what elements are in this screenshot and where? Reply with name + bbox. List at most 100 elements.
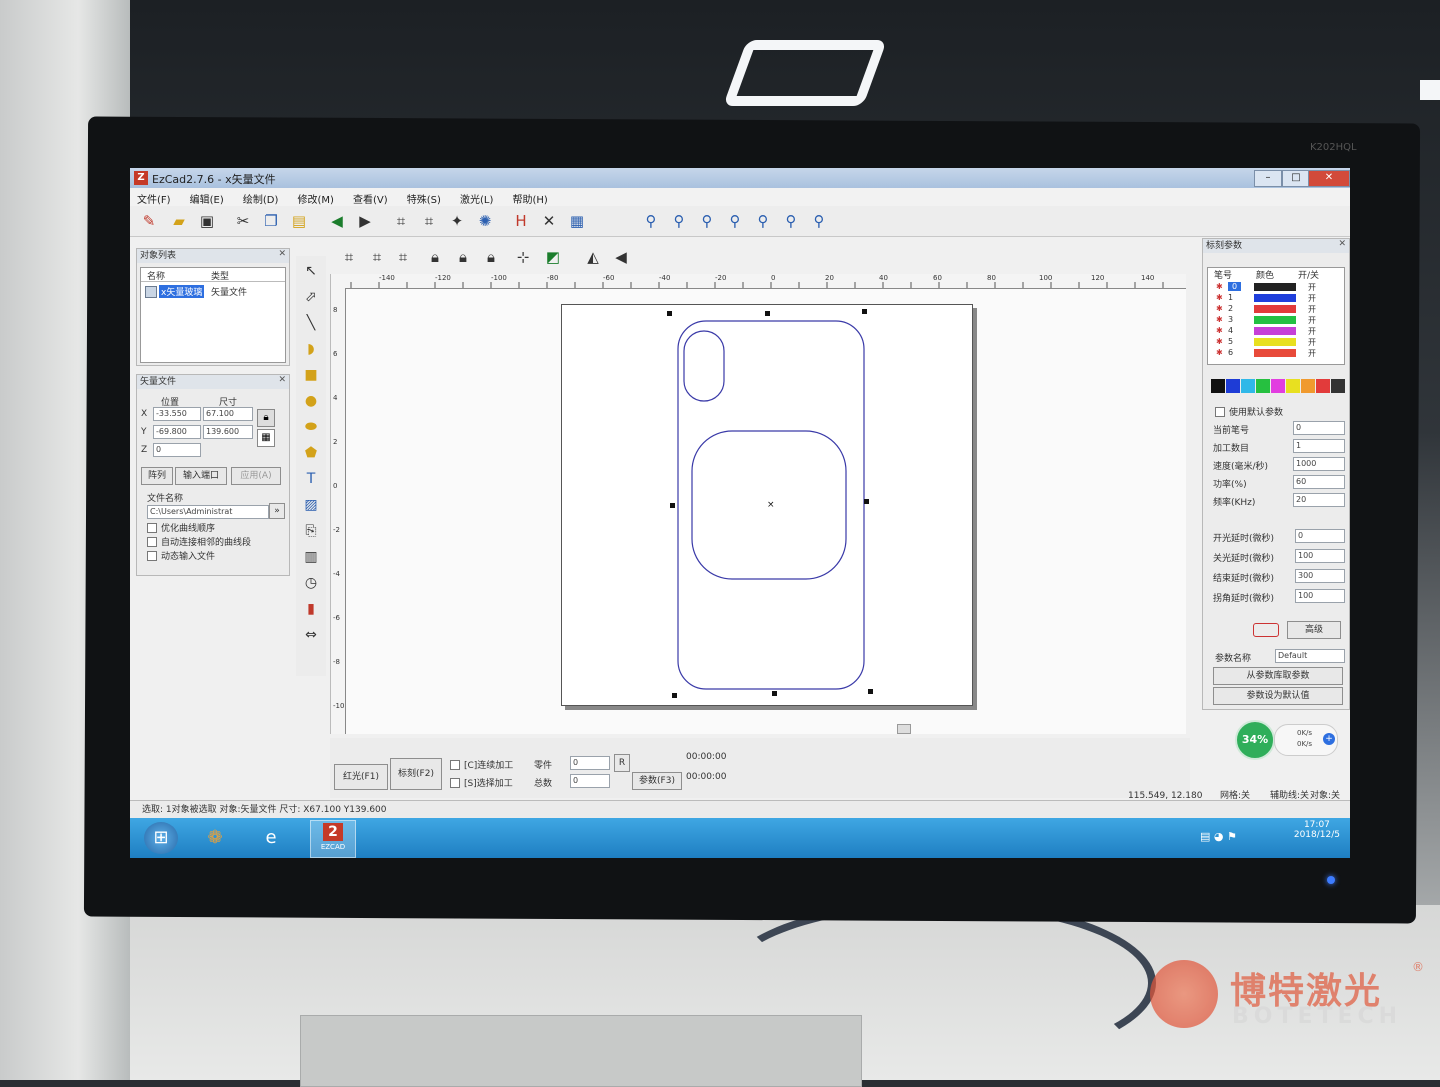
system-clock[interactable]: 17:07 2018/12/5 <box>1294 820 1340 840</box>
new-icon[interactable]: ✎ <box>138 210 160 232</box>
ellipse-icon[interactable]: ⬬ <box>299 416 323 438</box>
zoom-fit-icon[interactable]: ⚲ <box>808 210 830 232</box>
mark-button[interactable]: 标刻(F2) <box>390 758 442 790</box>
lock-object-icon[interactable]: 🔒︎ <box>424 246 446 268</box>
zoom-out-icon[interactable]: ⚲ <box>724 210 746 232</box>
align-icon[interactable]: ⊹ <box>512 246 534 268</box>
palette-swatch[interactable] <box>1316 379 1330 393</box>
guide-status[interactable]: 辅助线:关 <box>1270 787 1309 805</box>
zoom-in-icon[interactable]: ⚲ <box>668 210 690 232</box>
reset-button[interactable]: R <box>614 754 630 772</box>
corner-delay-input[interactable]: 100 <box>1295 589 1345 603</box>
object-row-type[interactable]: 矢量文件 <box>211 285 247 298</box>
phone-outline-drawing[interactable]: × <box>562 305 972 705</box>
vector-import-icon[interactable]: ⎘ <box>299 520 323 542</box>
load-from-library-button[interactable]: 从参数库取参数 <box>1213 667 1343 685</box>
palette-swatch[interactable] <box>1301 379 1315 393</box>
filename-input[interactable]: C:\Users\Administrat <box>147 505 269 519</box>
power-input[interactable]: 60 <box>1293 475 1345 489</box>
work-area[interactable]: × <box>561 304 973 706</box>
cut-icon[interactable]: ✂ <box>232 210 254 232</box>
auto-connect-checkbox[interactable] <box>147 537 157 547</box>
end-delay-input[interactable]: 300 <box>1295 569 1345 583</box>
off-delay-input[interactable]: 100 <box>1295 549 1345 563</box>
mirror-h-icon[interactable]: ◭ <box>582 246 604 268</box>
node-icon[interactable]: ⌗ <box>418 210 440 232</box>
barcode-icon[interactable]: ▥ <box>299 546 323 568</box>
current-pen-input[interactable]: 0 <box>1293 421 1345 435</box>
zoom-all-icon[interactable]: ⚲ <box>752 210 774 232</box>
palette-swatch[interactable] <box>1226 379 1240 393</box>
pen-row-6[interactable]: ✱ 6 开 <box>1216 348 1342 358</box>
zoom-window-icon[interactable]: ⚲ <box>696 210 718 232</box>
app-switcher-icon[interactable]: ❁ <box>198 822 232 854</box>
rotate-icon[interactable]: ✺ <box>474 210 496 232</box>
widget-plus-icon[interactable]: + <box>1323 733 1335 745</box>
motion-icon[interactable]: ⇔ <box>299 624 323 646</box>
paste-icon[interactable]: ▤ <box>288 210 310 232</box>
set-default-button[interactable]: 参数设为默认值 <box>1213 687 1343 705</box>
unlock-object-icon[interactable]: 🔒︎ <box>452 246 474 268</box>
array-button[interactable]: 阵列 <box>141 467 173 485</box>
red-light-button[interactable]: 红光(F1) <box>334 764 388 790</box>
table-icon[interactable]: ▦ <box>566 210 588 232</box>
input-port-button[interactable]: 输入端口 <box>175 467 227 485</box>
select-mark-checkbox[interactable] <box>450 778 460 788</box>
anchor-grid-icon[interactable]: ▦ <box>257 429 275 447</box>
rectangle-icon[interactable]: ■ <box>299 364 323 386</box>
use-default-checkbox[interactable] <box>1215 407 1225 417</box>
text-icon[interactable]: T <box>299 468 323 490</box>
layer-icon[interactable]: ◩ <box>542 246 564 268</box>
pen-row-2[interactable]: ✱ 2 开 <box>1216 304 1342 314</box>
frequency-input[interactable]: 20 <box>1293 493 1345 507</box>
horizontal-scrollbar-thumb[interactable] <box>897 724 911 734</box>
ie-browser-icon[interactable]: e <box>254 822 288 854</box>
lock-icon[interactable]: 🔒︎ <box>257 409 275 427</box>
object-row-name[interactable]: x矢量玻璃 <box>159 285 205 298</box>
speed-input[interactable]: 1000 <box>1293 457 1345 471</box>
copy-icon[interactable]: ❐ <box>260 210 282 232</box>
node-edit-icon[interactable]: ⬀ <box>299 286 323 308</box>
close-button[interactable]: ✕ <box>1308 170 1350 187</box>
property-panel-close-icon[interactable]: ✕ <box>278 375 286 385</box>
circle-icon[interactable]: ● <box>299 390 323 412</box>
speed-widget-percent[interactable]: 34% <box>1235 720 1275 760</box>
palette-swatch[interactable] <box>1331 379 1345 393</box>
pen-row-4[interactable]: ✱ 4 开 <box>1216 326 1342 336</box>
taskbar-ezcad-button[interactable]: 2 EZCAD <box>310 820 356 858</box>
object-snap-status[interactable]: 对象:关 <box>1310 787 1340 805</box>
parts-input[interactable]: 0 <box>570 756 610 770</box>
apply-button[interactable]: 应用(A) <box>231 467 281 485</box>
palette-swatch[interactable] <box>1286 379 1300 393</box>
mirror-v-icon[interactable]: ◀ <box>610 246 632 268</box>
curve-icon[interactable]: ◗ <box>299 338 323 360</box>
tools-icon[interactable]: ✕ <box>538 210 560 232</box>
loop-count-input[interactable]: 1 <box>1293 439 1345 453</box>
params-button[interactable]: 参数(F3) <box>632 772 682 790</box>
zoom-select-icon[interactable]: ⚲ <box>780 210 802 232</box>
grid-status[interactable]: 网格:关 <box>1220 787 1250 805</box>
palette-swatch[interactable] <box>1271 379 1285 393</box>
optimize-checkbox[interactable] <box>147 523 157 533</box>
transform-icon[interactable]: ✦ <box>446 210 468 232</box>
object-list-close-icon[interactable]: ✕ <box>278 249 286 259</box>
dynamic-input-checkbox[interactable] <box>147 551 157 561</box>
x-position-input[interactable]: -33.550 <box>153 407 201 421</box>
drawing-canvas[interactable]: -140 -120 -100 -80 -60 -40 -20 0 20 40 6… <box>330 274 1335 734</box>
y-position-input[interactable]: -69.800 <box>153 425 201 439</box>
lock-all-icon[interactable]: 🔒︎ <box>480 246 502 268</box>
tray-icons[interactable]: ▤ ◕ ⚑ <box>1200 830 1237 843</box>
start-menu-icon[interactable]: ⊞ <box>144 822 178 854</box>
ungroup-icon[interactable]: ⌗ <box>392 246 414 268</box>
pen-row-5[interactable]: ✱ 5 开 <box>1216 337 1342 347</box>
total-input[interactable]: 0 <box>570 774 610 788</box>
select-icon[interactable]: ⌗ <box>390 210 412 232</box>
io-icon[interactable]: ▮ <box>299 598 323 620</box>
maximize-button[interactable]: □ <box>1282 170 1310 187</box>
hatch-icon[interactable]: H <box>510 210 532 232</box>
palette-swatch[interactable] <box>1241 379 1255 393</box>
select-all-icon[interactable]: ⌗ <box>338 246 360 268</box>
save-icon[interactable]: ▣ <box>196 210 218 232</box>
line-icon[interactable]: ╲ <box>299 312 323 334</box>
browse-button[interactable]: » <box>269 503 285 519</box>
